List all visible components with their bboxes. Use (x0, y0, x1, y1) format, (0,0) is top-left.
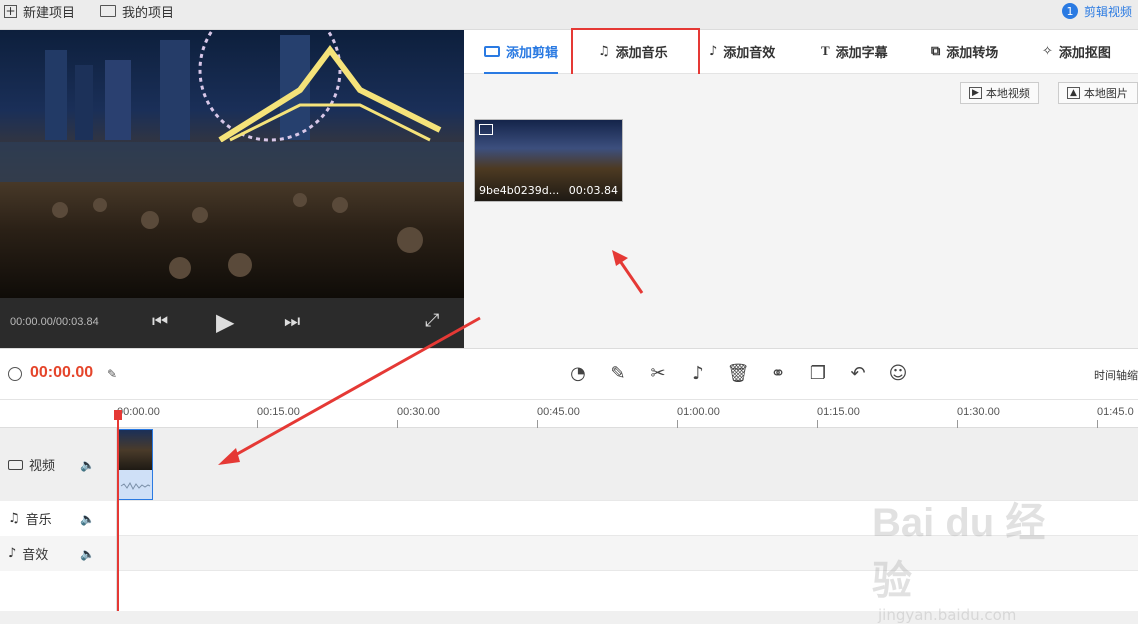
speaker-icon[interactable]: 🔈 (80, 547, 95, 561)
plus-square-icon: + (4, 3, 17, 18)
tab-add-sfx-label: 添加音效 (723, 45, 776, 61)
tab-add-cutout[interactable]: ✧ 添加抠图 (1042, 30, 1111, 72)
clip-thumbnail (119, 430, 152, 470)
tab-add-clip[interactable]: 添加剪辑 (484, 30, 559, 74)
track-header-empty (0, 571, 117, 611)
local-video-label: 本地视频 (985, 87, 1030, 100)
ruler-tick-line (257, 420, 258, 428)
ruler-tick-line (537, 420, 538, 428)
ruler-tick-line (1097, 420, 1098, 428)
track-video-label: 视频 (29, 459, 56, 474)
text-t-icon: T (821, 43, 830, 58)
player-controls: 00:00.00/00:03.84 ⏮ ▶ ⏭ ⤢ (0, 298, 464, 348)
timeline-video-clip[interactable] (118, 429, 153, 500)
local-image-button[interactable]: ▲ 本地图片 (1058, 82, 1138, 104)
playhead[interactable] (114, 410, 122, 611)
ruler-tick-line (677, 420, 678, 428)
video-preview (0, 30, 464, 298)
next-frame-icon[interactable]: ⏭ (284, 313, 300, 331)
image-icon: ▲ (1067, 87, 1080, 99)
baidu-watermark: Bai du 经验 jingyan.baidu.com (872, 490, 1082, 624)
speaker-icon[interactable]: 🔈 (80, 458, 95, 472)
media-library: ▶ 本地视频 ▲ 本地图片 9be4b0239d... 00:03.84 (464, 74, 1138, 348)
speaker-icon[interactable]: 🔈 (80, 512, 95, 526)
track-header-video: 视频 🔈 (0, 428, 117, 501)
undo-icon[interactable]: ↶ (846, 362, 870, 386)
tab-add-transition[interactable]: ⧉ 添加转场 (931, 30, 998, 72)
transition-icon: ⧉ (931, 43, 941, 59)
watermark-url: jingyan.baidu.com (878, 606, 1017, 624)
pencil-small-icon[interactable]: ✎ (107, 367, 117, 381)
audio-waveform (120, 481, 151, 491)
video-camera-icon (484, 45, 500, 57)
highlight-box (571, 28, 700, 77)
scissors-icon[interactable]: ✂ (646, 362, 670, 386)
tab-add-cutout-label: 添加抠图 (1058, 45, 1111, 61)
track-header-music: ♫ 音乐 🔈 (0, 501, 117, 536)
top-bar: + 新建项目 我的项目 1 剪辑视频 (0, 0, 1138, 30)
step-number: 1 (1061, 3, 1078, 19)
tab-add-clip-label: 添加剪辑 (506, 45, 559, 61)
local-video-button[interactable]: ▶ 本地视频 (960, 82, 1039, 104)
select-checkbox-icon[interactable] (479, 124, 493, 135)
tab-add-subtitle-label: 添加字幕 (835, 45, 888, 61)
unlink-icon[interactable]: ⚭ (766, 362, 790, 386)
new-project-button[interactable]: + 新建项目 (4, 0, 75, 22)
track-sfx-label: 音效 (22, 548, 49, 563)
my-projects-button[interactable]: 我的项目 (100, 0, 174, 22)
step-label: 剪辑视频 (1083, 4, 1132, 19)
ruler-tick-line (817, 420, 818, 428)
pencil-icon[interactable]: ✎ (606, 362, 630, 386)
ruler-tick: 00:45.00 (537, 406, 580, 418)
step-indicator: 1 剪辑视频 (1061, 0, 1138, 22)
sound-effect-icon: ♪ (8, 546, 17, 561)
video-player: 00:00.00/00:03.84 ⏮ ▶ ⏭ ⤢ (0, 30, 464, 348)
ruler-tick: 00:15.00 (257, 406, 300, 418)
tab-add-sfx[interactable]: ♪ 添加音效 (709, 30, 775, 72)
ruler-tick-line (957, 420, 958, 428)
play-icon[interactable]: ▶ (216, 310, 234, 334)
play-box-icon: ▶ (969, 87, 982, 99)
my-projects-label: 我的项目 (122, 5, 175, 21)
clip-duration: 00:03.84 (568, 184, 618, 197)
night-city-scene (0, 30, 464, 279)
time-ruler: 00:00.00 00:15.00 00:30.00 00:45.00 01:0… (0, 400, 1138, 428)
ruler-tick: 00:30.00 (397, 406, 440, 418)
tab-add-transition-label: 添加转场 (946, 45, 999, 61)
ruler-tick: 01:15.00 (817, 406, 860, 418)
bell-icon[interactable]: ♪ (686, 362, 710, 386)
timeline-toolbar: 00:00.00 ✎ ◔ ✎ ✂ ♪ 🗑 ⚭ ❐ ↶ ☺ 时间轴缩 (0, 348, 1138, 400)
ruler-tick: 01:30.00 (957, 406, 1000, 418)
music-note-icon: ♫ (8, 511, 20, 526)
fullscreen-icon[interactable]: ⤢ (425, 312, 439, 330)
timeline-zoom-label[interactable]: 时间轴缩 (1094, 367, 1138, 383)
tab-add-subtitle[interactable]: T 添加字幕 (821, 30, 888, 72)
previous-frame-icon[interactable]: ⏮ (152, 313, 168, 331)
local-image-label: 本地图片 (1083, 87, 1128, 100)
ruler-tick: 01:45.0 (1097, 406, 1134, 418)
smiley-icon[interactable]: ☺ (886, 362, 910, 386)
track-music-label: 音乐 (25, 513, 52, 528)
ruler-tick: 01:00.00 (677, 406, 720, 418)
folder-icon (100, 5, 116, 17)
sound-effect-icon: ♪ (709, 43, 718, 59)
ruler-tick-line (397, 420, 398, 428)
current-time: 00:00.00 (30, 364, 94, 381)
watermark-brand: Bai du 经验 (872, 501, 1046, 603)
trash-icon[interactable]: 🗑 (726, 362, 750, 386)
speed-icon[interactable]: ◔ (566, 362, 590, 386)
media-clip-thumbnail[interactable]: 9be4b0239d... 00:03.84 (474, 119, 623, 202)
player-time: 00:00.00/00:03.84 (10, 316, 99, 328)
new-project-label: 新建项目 (23, 5, 76, 21)
function-tabs: 添加剪辑 ♫ 添加音乐 ♪ 添加音效 T 添加字幕 ⧉ 添加转场 ✧ 添加抠图 (464, 30, 1138, 74)
magic-wand-icon: ✧ (1042, 43, 1053, 59)
copy-icon[interactable]: ❐ (806, 362, 830, 386)
clock-icon (8, 367, 22, 381)
video-camera-icon (8, 459, 23, 470)
clip-name: 9be4b0239d... (479, 184, 560, 197)
track-header-sfx: ♪ 音效 🔈 (0, 536, 117, 571)
ruler-tick: 00:00.00 (117, 406, 160, 418)
